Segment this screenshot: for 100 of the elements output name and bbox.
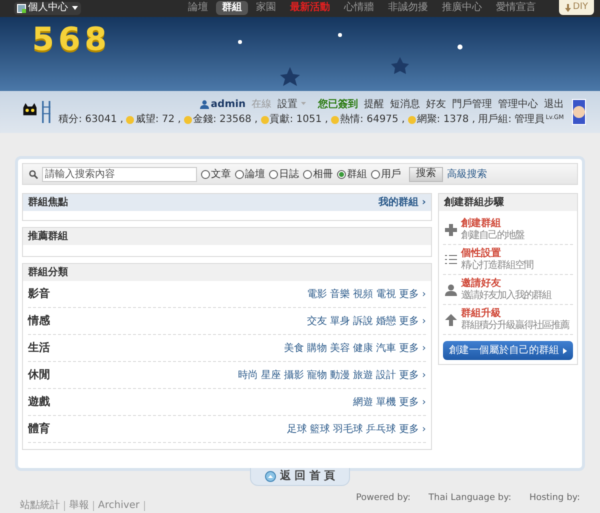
caret-icon xyxy=(300,102,306,106)
user-menu-link[interactable]: 門戶管理 xyxy=(452,100,492,110)
search-type-radio[interactable]: 相冊 xyxy=(303,166,333,182)
user-menu-link[interactable]: 退出 xyxy=(544,100,564,110)
category-tag-link[interactable]: 旅遊 xyxy=(352,368,373,383)
coin-icon xyxy=(408,116,416,124)
category-tag-link[interactable]: 單身 xyxy=(330,314,350,329)
user-stat: 網聚: 1378 , xyxy=(416,114,476,125)
caret-icon xyxy=(72,6,78,10)
personal-center-menu[interactable]: 個人中心 xyxy=(14,2,81,15)
category-tag-link[interactable]: 籃球 xyxy=(310,422,330,437)
category-tag-link[interactable]: 電影 xyxy=(306,286,327,302)
user-stat: 用戶組: 管理員 xyxy=(478,114,545,125)
more-link[interactable]: 更多 › xyxy=(398,422,426,437)
user-stat: 貢獻: 1051 , xyxy=(270,114,328,125)
person-icon xyxy=(445,284,457,296)
category-tag-link[interactable]: 星座 xyxy=(260,368,281,383)
nav-tab[interactable]: 家園 xyxy=(250,1,282,16)
category-tag-link[interactable]: 音樂 xyxy=(330,286,350,302)
user-stat: 積分: 63041 , xyxy=(58,114,124,125)
search-type-radio[interactable]: 文章 xyxy=(201,166,231,182)
user-stat: 金錢: 23568 , xyxy=(192,114,258,125)
nav-tab[interactable]: 推廣中心 xyxy=(436,1,488,16)
my-groups-link[interactable]: 我的群組 › xyxy=(378,198,426,208)
category-tag-link[interactable]: 單機 xyxy=(376,394,396,410)
credit-label: Powered by: xyxy=(356,492,411,506)
user-menu-link[interactable]: 管理中心 xyxy=(498,100,538,110)
step-title-link[interactable]: 邀請好友 xyxy=(461,278,551,290)
user-menu-link[interactable]: 提醒 xyxy=(364,100,384,110)
category-tag-link[interactable]: 設計 xyxy=(376,368,396,383)
coin-icon xyxy=(126,116,134,124)
back-home-button[interactable]: 返 回 首 頁 xyxy=(250,468,350,486)
signed-in-link[interactable]: 您已簽到 xyxy=(318,100,358,110)
step-title-link[interactable]: 個性設置 xyxy=(461,248,533,260)
user-menu-link[interactable]: 短消息 xyxy=(390,100,420,110)
more-link[interactable]: 更多 › xyxy=(398,340,426,356)
profile-card-icon xyxy=(17,4,26,13)
user-menu-link[interactable]: 好友 xyxy=(426,100,446,110)
panel-title: 群組分類 xyxy=(28,268,68,278)
category-name: 影音 xyxy=(28,286,50,302)
more-link[interactable]: 更多 › xyxy=(398,314,426,329)
nav-tab[interactable]: 非誠勿擾 xyxy=(382,1,434,16)
settings-dropdown[interactable]: 設置 xyxy=(278,100,306,110)
category-tag-link[interactable]: 健康 xyxy=(352,340,373,356)
user-stat: 熱情: 64975 , xyxy=(340,114,405,125)
step-description: 邀請好友加入我的群組 xyxy=(461,290,551,302)
category-tag-link[interactable]: 美容 xyxy=(330,340,350,356)
panel-title: 群組焦點 xyxy=(28,198,68,208)
plus-icon xyxy=(445,224,457,236)
nav-tab[interactable]: 心情牆 xyxy=(338,1,380,16)
step-title-link[interactable]: 創建群組 xyxy=(461,218,524,230)
search-button[interactable]: 搜索 xyxy=(409,166,443,182)
category-tag-link[interactable]: 婚戀 xyxy=(376,314,396,329)
arrow-icon xyxy=(563,348,567,354)
category-name: 生活 xyxy=(28,340,50,356)
category-tag-link[interactable]: 網遊 xyxy=(352,394,373,410)
category-tag-link[interactable]: 購物 xyxy=(306,340,327,356)
category-tag-link[interactable]: 足球 xyxy=(286,422,307,437)
category-tag-link[interactable]: 寵物 xyxy=(306,368,327,383)
user-stat: 威望: 72 , xyxy=(135,114,181,125)
credit-label: Thai Language by: xyxy=(428,492,512,506)
advanced-search-link[interactable]: 高級搜索 xyxy=(447,166,487,182)
category-tag-link[interactable]: 時尚 xyxy=(238,368,258,383)
category-tag-link[interactable]: 電視 xyxy=(376,286,396,302)
nav-tab[interactable]: 愛情宣言 xyxy=(490,1,542,16)
category-tag-link[interactable]: 汽車 xyxy=(376,340,396,356)
more-link[interactable]: 更多 › xyxy=(398,286,426,302)
category-tag-link[interactable]: 視頻 xyxy=(352,286,373,302)
up-arrow-icon xyxy=(445,314,457,326)
search-type-radio[interactable]: 日誌 xyxy=(269,166,299,182)
create-group-button[interactable]: 創建一個屬於自己的群組 xyxy=(443,341,573,360)
list-icon xyxy=(445,254,457,266)
online-status: 在線 xyxy=(252,100,272,110)
avatar xyxy=(572,99,586,126)
step-title-link[interactable]: 群組升級 xyxy=(461,308,569,320)
category-tag-link[interactable]: 動漫 xyxy=(330,368,350,383)
search-type-radio[interactable]: 論壇 xyxy=(235,166,265,182)
more-link[interactable]: 更多 › xyxy=(398,394,426,410)
step-description: 精心打造群組空間 xyxy=(461,260,533,272)
category-tag-link[interactable]: 羽毛球 xyxy=(332,422,363,437)
nav-tab[interactable]: 群組 xyxy=(216,1,248,16)
more-link[interactable]: 更多 › xyxy=(398,368,426,383)
panel-title: 推薦群組 xyxy=(28,232,68,242)
search-field[interactable]: 請輸入搜索內容 xyxy=(42,166,197,182)
category-tag-link[interactable]: 訴說 xyxy=(352,314,373,329)
search-type-radio[interactable]: 用戶 xyxy=(371,166,401,182)
category-tag-link[interactable]: 攝影 xyxy=(284,368,304,383)
category-name: 休閒 xyxy=(28,367,50,384)
category-tag-link[interactable]: 乒乓球 xyxy=(366,422,396,437)
username-link[interactable]: admin xyxy=(210,100,246,110)
category-name: 遊戲 xyxy=(28,394,50,410)
coin-icon xyxy=(260,116,269,124)
category-name: 體育 xyxy=(28,421,50,438)
panel-title: 創建群組步驟 xyxy=(444,198,504,208)
category-tag-link[interactable]: 美食 xyxy=(284,340,304,356)
step-description: 創建自己的地盤 xyxy=(461,230,524,242)
nav-tab[interactable]: 論壇 xyxy=(182,1,214,16)
category-tag-link[interactable]: 交友 xyxy=(306,314,327,329)
search-type-radio[interactable]: 群組 xyxy=(337,166,367,182)
coin-icon xyxy=(184,116,192,124)
